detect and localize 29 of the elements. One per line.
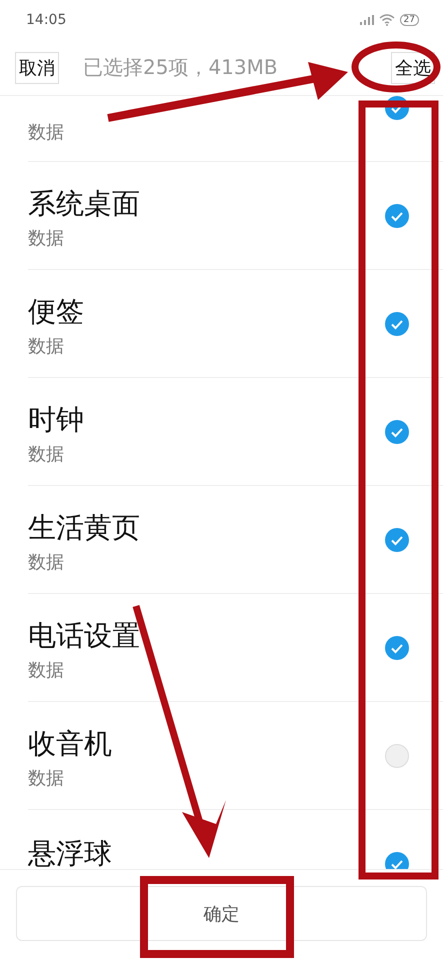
item-subtitle: 数据 bbox=[28, 766, 65, 790]
item-subtitle: 数据 bbox=[28, 442, 65, 466]
cancel-button[interactable]: 取消 bbox=[15, 52, 59, 84]
item-title: 时钟 bbox=[28, 405, 84, 436]
item-title: 收音机 bbox=[28, 729, 112, 760]
unchecked-checkbox[interactable] bbox=[385, 744, 409, 768]
checked-checkbox[interactable] bbox=[385, 312, 409, 336]
item-subtitle: 数据 bbox=[28, 550, 65, 574]
checked-checkbox[interactable] bbox=[385, 96, 409, 120]
battery-indicator: 27 bbox=[400, 14, 419, 26]
signal-icon bbox=[360, 15, 374, 25]
item-subtitle: 数据 bbox=[28, 120, 64, 144]
checked-checkbox[interactable] bbox=[385, 420, 409, 444]
item-subtitle: 数据 bbox=[28, 226, 65, 250]
item-title: 系统桌面 bbox=[28, 189, 140, 220]
checked-checkbox[interactable] bbox=[385, 852, 409, 869]
wifi-icon bbox=[378, 14, 395, 26]
selection-summary: 已选择25项，413MB bbox=[82, 54, 279, 81]
item-title: 便签 bbox=[28, 297, 84, 328]
checked-checkbox[interactable] bbox=[385, 636, 409, 660]
item-title: 生活黄页 bbox=[28, 513, 140, 544]
item-title: 电话设置 bbox=[28, 621, 140, 652]
confirm-button[interactable]: 确定 bbox=[16, 886, 427, 941]
item-subtitle: 数据 bbox=[28, 658, 65, 682]
item-title: 悬浮球 bbox=[28, 838, 112, 869]
checked-checkbox[interactable] bbox=[385, 204, 409, 228]
item-subtitle: 数据 bbox=[28, 334, 65, 358]
status-time: 14:05 bbox=[26, 12, 66, 28]
checked-checkbox[interactable] bbox=[385, 528, 409, 552]
